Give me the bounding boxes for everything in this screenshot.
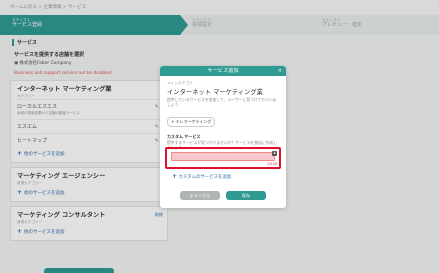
main-category-desc: 提供しているサービスを追加して、ユーザーに見つけてもらいましょう xyxy=(167,97,277,107)
add-custom-service-link[interactable]: + カスタムのサービスを追加 xyxy=(172,173,231,180)
main-category-label: メインカテゴリ xyxy=(167,81,193,85)
character-count: 0/120 xyxy=(267,162,277,166)
modal-header: サービス追加 × xyxy=(160,66,286,76)
highlighted-field: ▪ 0/120 xyxy=(165,147,281,169)
cancel-button[interactable]: キャンセル xyxy=(180,191,220,200)
add-service-modal: サービス追加 × メインカテゴリ インターネット マーケティング業 提供している… xyxy=(160,66,286,208)
custom-service-label: カスタム サービス xyxy=(167,133,201,139)
custom-service-input[interactable] xyxy=(171,152,275,161)
modal-title: サービス追加 xyxy=(207,68,239,74)
service-suggestion-chip[interactable]: + テレマーケティング xyxy=(167,116,216,127)
add-custom-service-label: カスタムのサービスを追加 xyxy=(178,175,232,180)
trash-icon[interactable]: ▪ xyxy=(272,151,277,156)
modal-body: メインカテゴリ インターネット マーケティング業 提供しているサービスを追加して… xyxy=(160,76,286,151)
main-category-title: インターネット マーケティング業 xyxy=(167,89,263,96)
plus-icon: + xyxy=(172,173,178,180)
save-button[interactable]: 保存 xyxy=(226,191,266,200)
close-icon[interactable]: × xyxy=(278,66,282,76)
